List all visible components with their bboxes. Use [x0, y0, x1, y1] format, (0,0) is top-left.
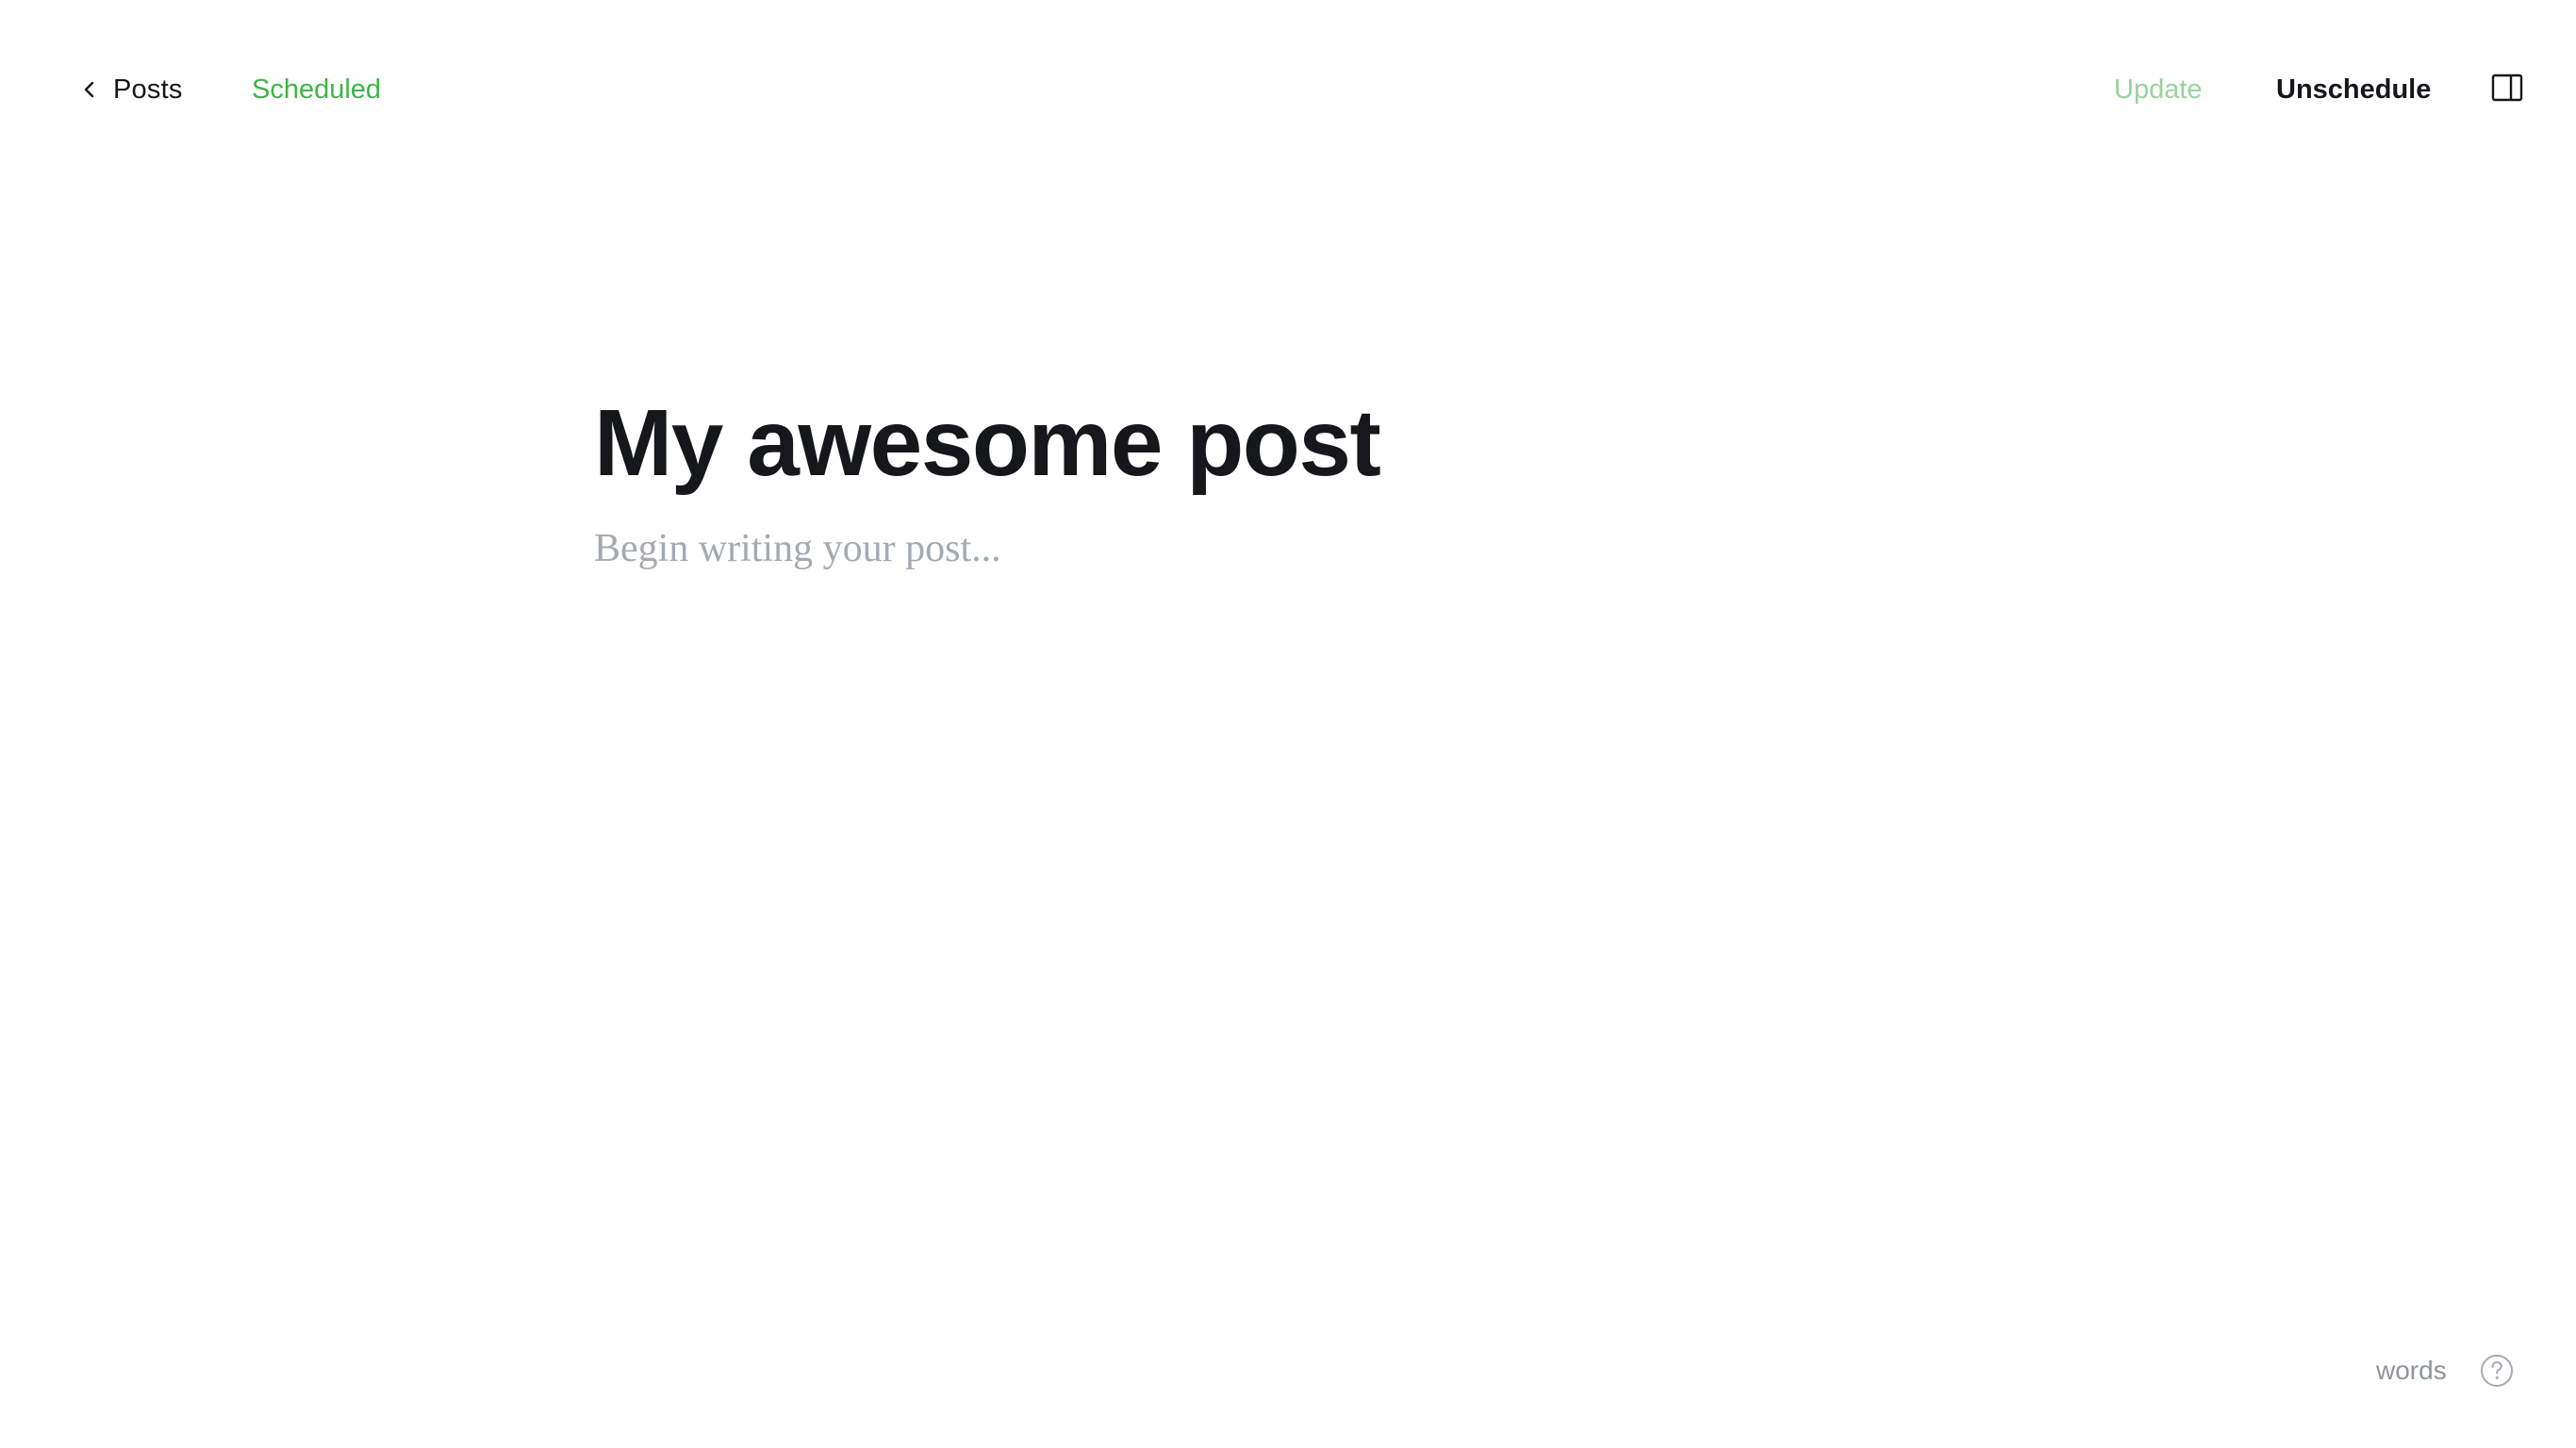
chevron-left-icon	[77, 77, 102, 102]
sidebar-panel-icon	[2491, 74, 2523, 107]
back-to-posts-link[interactable]: Posts	[77, 67, 183, 112]
settings-sidebar-toggle[interactable]	[2489, 72, 2525, 107]
update-button[interactable]: Update	[2114, 67, 2203, 112]
unschedule-button[interactable]: Unschedule	[2276, 67, 2431, 112]
word-count-label: words	[2376, 1356, 2447, 1385]
post-editor: My awesome post Begin writing your post.…	[594, 377, 1980, 577]
back-link-label: Posts	[113, 74, 183, 105]
post-editor-page: Posts Scheduled Update Unschedule My awe…	[0, 0, 2576, 1448]
editor-header: Posts Scheduled Update Unschedule	[0, 0, 2576, 179]
question-circle-icon[interactable]	[2478, 1352, 2516, 1390]
post-title-field[interactable]: My awesome post	[594, 377, 1980, 509]
post-status-label: Scheduled	[252, 74, 382, 105]
post-body-editor[interactable]: Begin writing your post...	[594, 520, 1980, 577]
